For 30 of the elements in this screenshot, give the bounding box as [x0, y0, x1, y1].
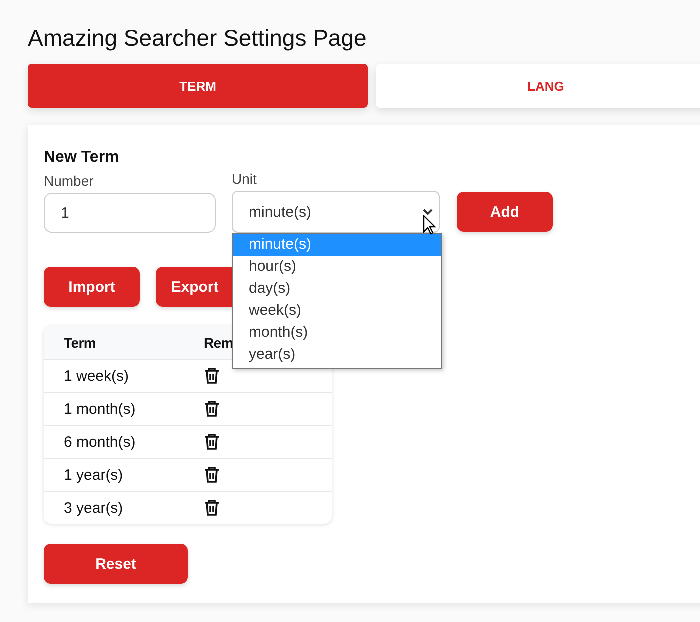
action-button[interactable]: Export — [156, 267, 234, 307]
table-cell-text: 6 month(s) — [63, 434, 137, 450]
dropdown-option[interactable]: year(s) — [233, 344, 441, 366]
number-field[interactable]: 1 — [44, 193, 216, 233]
dropdown-option[interactable]: day(s) — [233, 278, 441, 300]
trash-icon[interactable] — [204, 499, 220, 517]
trash-icon[interactable] — [204, 466, 220, 484]
chevron-down-icon — [423, 208, 433, 216]
unit-select[interactable]: minute(s) — [232, 191, 440, 233]
dropdown-option[interactable]: hour(s) — [233, 256, 441, 278]
field-label: Number — [44, 173, 95, 189]
table-cell-text: 1 week(s) — [63, 368, 130, 384]
table-cell-text: 1 month(s) — [63, 400, 137, 418]
column-header: Rem — [204, 334, 234, 350]
page-title: Amazing Searcher Settings Page — [28, 24, 368, 53]
trash-icon[interactable] — [204, 367, 220, 385]
tab[interactable]: LANG — [376, 64, 700, 108]
trash-icon[interactable] — [204, 433, 220, 451]
action-button[interactable]: Import — [44, 267, 140, 307]
table-cell-text: 3 year(s) — [63, 500, 124, 516]
column-header: Term — [63, 334, 97, 350]
tab[interactable]: TERM — [28, 64, 368, 108]
table-cell-text: 1 year(s) — [63, 466, 124, 484]
add-button[interactable]: Add — [457, 192, 553, 232]
trash-icon[interactable] — [204, 400, 220, 418]
reset-button[interactable]: Reset — [44, 544, 188, 584]
dropdown-option[interactable]: month(s) — [233, 322, 441, 344]
field-label: Unit — [232, 171, 258, 187]
dropdown-option[interactable]: week(s) — [233, 300, 441, 322]
section-heading: New Term — [44, 149, 120, 167]
